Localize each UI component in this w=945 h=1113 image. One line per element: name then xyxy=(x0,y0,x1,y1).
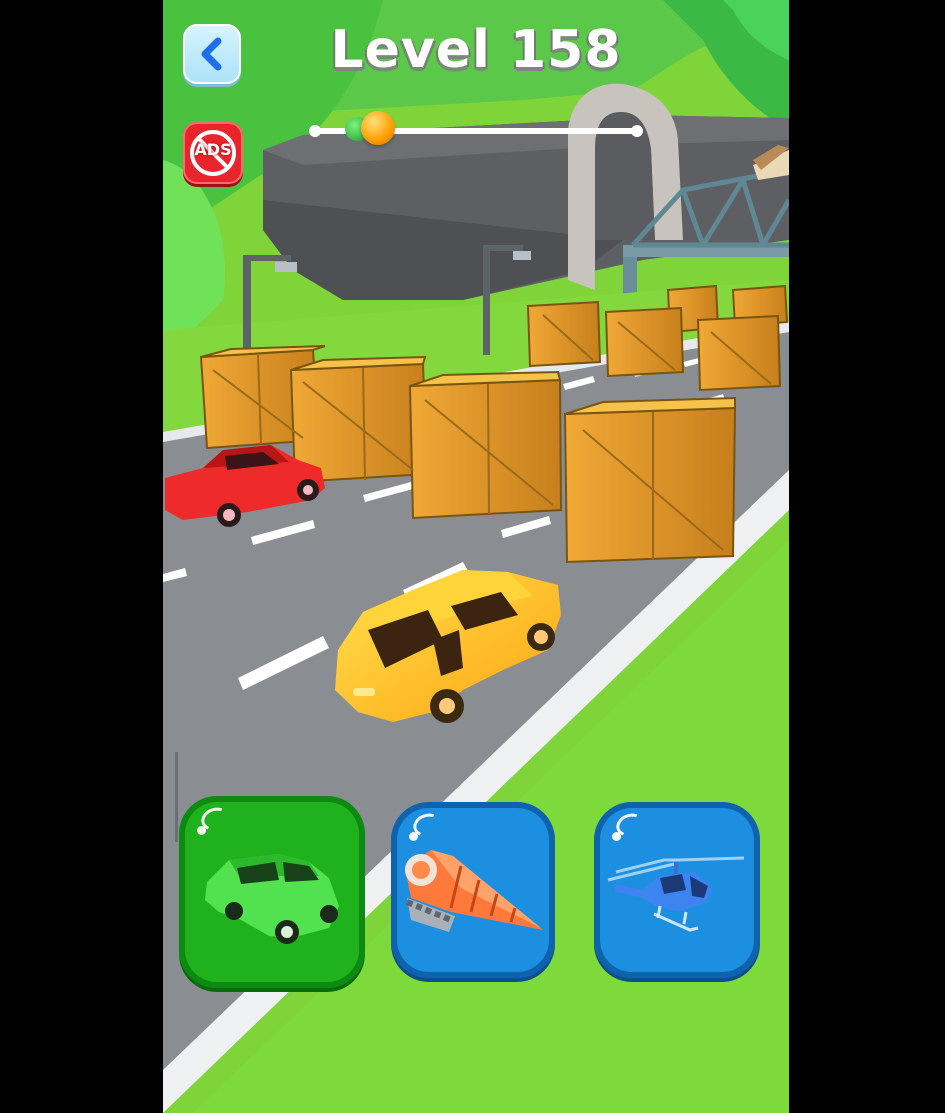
drill-icon xyxy=(405,850,543,932)
level-progress-bar xyxy=(309,111,643,145)
progress-start-dot xyxy=(309,125,321,137)
vehicle-slot-car[interactable] xyxy=(179,796,365,988)
ads-label: ADS xyxy=(194,140,232,159)
car-icon xyxy=(205,854,339,944)
player-progress-marker xyxy=(361,111,396,145)
vehicle-slot-drill[interactable] xyxy=(391,802,555,978)
remove-ads-button[interactable]: ADS xyxy=(183,122,243,184)
level-title: Level 158 xyxy=(330,20,622,80)
helicopter-icon xyxy=(607,856,745,932)
vehicle-slot-helicopter[interactable] xyxy=(594,802,760,978)
progress-end-dot xyxy=(631,125,643,137)
game-viewport[interactable]: Level 158 ADS xyxy=(163,0,789,1113)
